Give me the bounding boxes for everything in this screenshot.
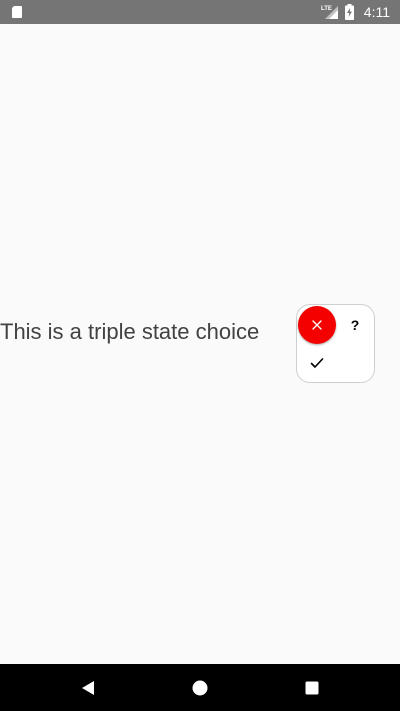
question-mark-icon: ? [351, 317, 360, 333]
choice-unknown-label: ? [351, 317, 360, 333]
navigation-bar [0, 664, 400, 711]
nav-home-button[interactable] [170, 664, 230, 711]
checkmark-icon [310, 358, 324, 368]
lte-signal-icon: LTE [321, 6, 338, 19]
nav-recents-button[interactable] [282, 664, 342, 711]
triple-state-choice[interactable]: ? [296, 304, 375, 383]
back-icon [82, 680, 94, 695]
status-icons: LTE 4:11 [321, 0, 390, 24]
close-icon [312, 320, 322, 330]
prompt-text: This is a triple state choice [0, 319, 260, 344]
sd-card-icon [12, 6, 22, 18]
battery-charging-icon [344, 4, 354, 20]
network-type-label: LTE [321, 6, 332, 12]
choice-yes-button[interactable] [299, 345, 335, 381]
recents-icon [305, 681, 319, 694]
nav-back-button[interactable] [58, 664, 118, 711]
choice-no-button[interactable] [298, 306, 336, 344]
home-icon [192, 680, 208, 695]
main-content: This is a triple state choice ? [0, 24, 400, 664]
choice-unknown-button[interactable]: ? [337, 307, 373, 343]
status-bar: LTE 4:11 [0, 0, 400, 24]
status-time: 4:11 [363, 4, 390, 20]
